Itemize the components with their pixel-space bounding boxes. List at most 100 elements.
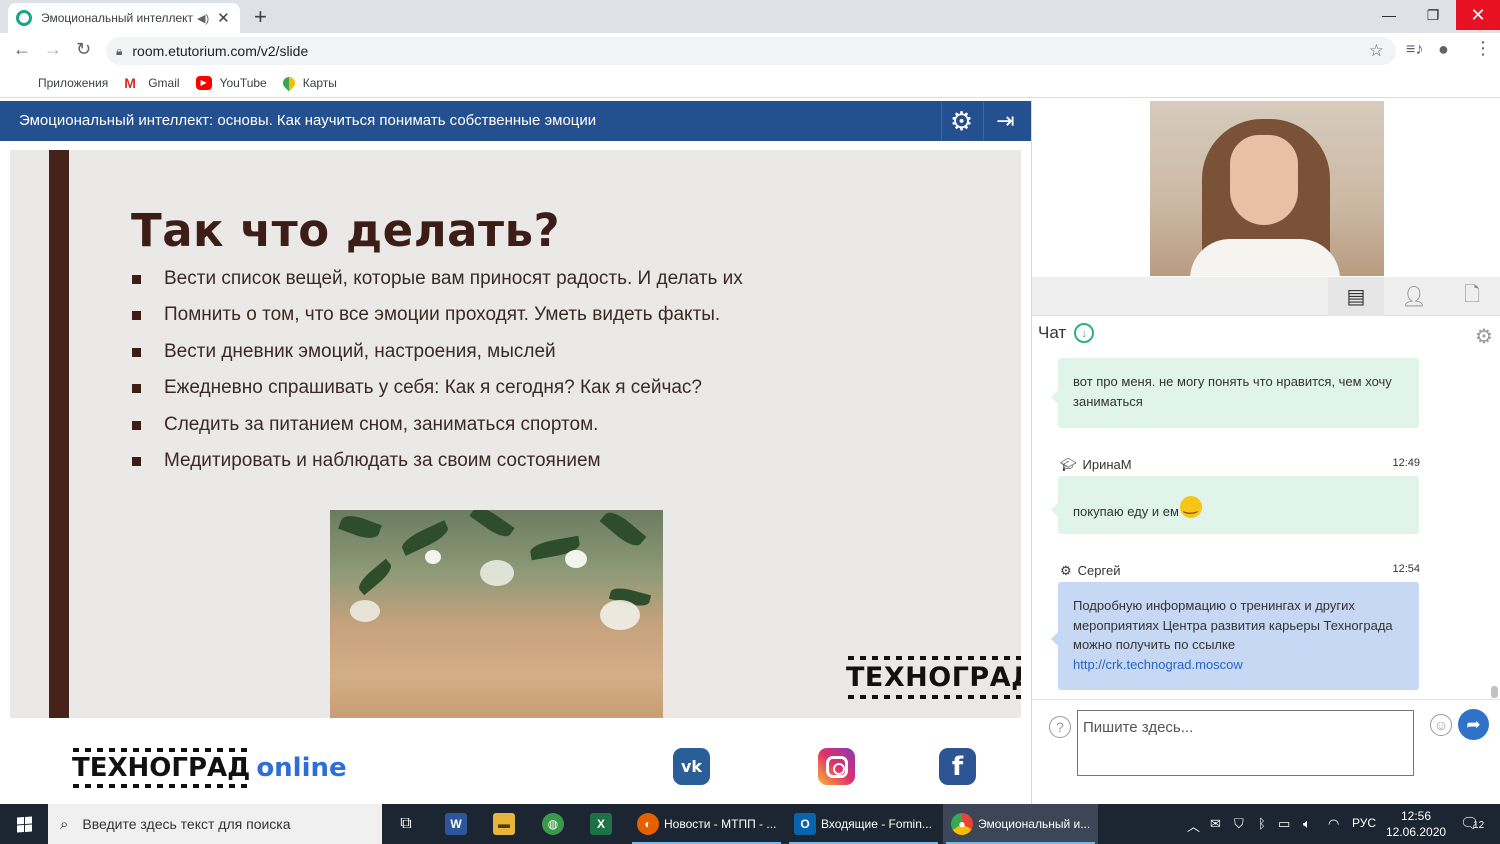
chat-scrollbar[interactable] — [1491, 686, 1498, 698]
taskbar-app-label: Новости - МТПП - ... — [664, 817, 777, 831]
logo-brand-text: ТЕХНОГРАД — [72, 748, 251, 788]
excel-app-icon[interactable]: X — [578, 804, 624, 844]
file-explorer-icon[interactable]: ▬ — [481, 804, 527, 844]
message-time: 12:49 — [1392, 457, 1420, 469]
slide-bullet: Медитировать и наблюдать за своим состоя… — [132, 447, 743, 483]
technograd-online-logo[interactable]: ТЕХНОГРАД online — [72, 748, 347, 788]
bookmark-maps[interactable]: Карты — [280, 74, 337, 91]
tray-language[interactable]: РУС — [1352, 816, 1376, 830]
slide-bullet: Вести дневник эмоций, настроения, мыслей — [132, 338, 743, 374]
emoji-icon[interactable]: ☺ — [1430, 714, 1452, 736]
tray-clock[interactable]: 12:56 12.06.2020 — [1386, 808, 1446, 840]
bookmark-apps[interactable]: Приложения — [14, 76, 108, 90]
lock-icon[interactable]: 🔒︎ — [116, 44, 122, 59]
tray-outlook-icon[interactable]: ✉ — [1210, 816, 1221, 832]
outlook-icon: O — [794, 813, 816, 835]
close-tab-icon[interactable]: ✕ — [217, 9, 230, 27]
chat-tab-icon[interactable]: ▤ — [1328, 277, 1384, 316]
browser-tab-active[interactable]: Эмоциональный интеллект ◀) ✕ — [8, 3, 240, 33]
youtube-icon: ▶ — [195, 75, 212, 90]
bookmarks-bar: Приложения M Gmail ▶ YouTube Карты — [0, 68, 1500, 98]
browser-menu-icon[interactable]: ⋮ — [1474, 38, 1492, 59]
forward-arrow-icon[interactable]: → — [44, 39, 62, 60]
tray-shield-icon[interactable]: ⛉ — [1234, 816, 1244, 832]
taskbar-firefox-news[interactable]: ◐ Новости - МТПП - ... — [629, 804, 784, 844]
message-meta: 🎓︎ ИринаМ 12:49 — [1060, 457, 1420, 473]
tray-chevron-up-icon[interactable]: ︿ — [1187, 816, 1200, 835]
tab-title: Эмоциональный интеллект — [41, 11, 193, 25]
restore-window-button[interactable]: ❐ — [1410, 0, 1456, 30]
tray-bluetooth-icon[interactable]: ᛒ — [1258, 816, 1266, 831]
notification-center-icon[interactable]: 🗨︎12 — [1460, 814, 1484, 832]
presentation-area: Так что делать? Вести список вещей, кото… — [0, 141, 1031, 804]
chat-title: Чат — [1038, 323, 1067, 342]
windows-taskbar: ⌕ Введите здесь текст для поиска ⧉ W ▬ ◍… — [0, 804, 1500, 844]
slide: Так что делать? Вести список вещей, кото… — [10, 150, 1021, 718]
instagram-icon[interactable] — [818, 748, 855, 785]
new-tab-button[interactable]: + — [254, 4, 267, 30]
slide-bullet: Помнить о том, что все эмоции проходят. … — [132, 301, 743, 337]
exit-room-icon[interactable]: ⇥ — [983, 101, 1027, 141]
notification-count: 12 — [1473, 820, 1485, 831]
media-control-icon[interactable]: ≡♪ — [1406, 41, 1423, 59]
profile-avatar-icon[interactable]: ● — [1438, 39, 1449, 60]
facebook-icon[interactable]: f — [939, 748, 976, 785]
bookmark-youtube[interactable]: ▶ YouTube — [195, 75, 267, 90]
search-icon: ⌕ — [60, 815, 69, 833]
help-icon[interactable]: ? — [1049, 716, 1071, 738]
participants-tab-icon[interactable]: 👤︎ — [1386, 277, 1442, 316]
url-text[interactable]: room.etutorium.com/v2/slide — [132, 43, 308, 59]
files-tab-icon[interactable]: 🗋 — [1444, 277, 1500, 316]
bookmark-gmail[interactable]: M Gmail — [124, 76, 179, 90]
chrome-icon: ● — [951, 813, 973, 835]
taskbar-chrome-active[interactable]: ● Эмоциональный и... — [943, 804, 1098, 844]
chat-messages[interactable]: вот про меня. не могу понять что нравитс… — [1032, 354, 1500, 699]
clock-date: 12.06.2020 — [1386, 825, 1447, 839]
reload-icon[interactable]: ↻ — [76, 39, 91, 60]
bookmark-label: Приложения — [38, 75, 109, 90]
settings-gear-icon[interactable]: ⚙ — [941, 101, 981, 141]
slide-bullet: Следить за питанием сном, заниматься спо… — [132, 411, 743, 447]
taskbar-outlook-inbox[interactable]: O Входящие - Fomin... — [786, 804, 941, 844]
speaker-icon[interactable]: ◀) — [197, 12, 209, 25]
message-text: Подробную информацию о тренингах и други… — [1073, 598, 1393, 652]
message-time: 12:54 — [1392, 563, 1420, 575]
presenter-video[interactable] — [1150, 101, 1384, 276]
gear-icon: ⚙ — [1060, 563, 1072, 578]
etutorium-favicon-icon — [16, 10, 32, 26]
windows-start-icon[interactable] — [0, 804, 48, 844]
graduation-cap-icon: 🎓︎ — [1060, 457, 1077, 472]
chat-message: вот про меня. не могу понять что нравитс… — [1051, 358, 1419, 428]
globe-app-icon[interactable]: ◍ — [530, 804, 576, 844]
panel-tabs: ▤ 👤︎ 🗋 — [1032, 277, 1500, 316]
taskbar-app-label: Эмоциональный и... — [978, 817, 1091, 831]
vk-icon[interactable]: vk — [673, 748, 710, 785]
tray-wifi-icon[interactable]: ◠ — [1328, 816, 1339, 832]
chat-header: Чат ↓ — [1038, 323, 1095, 343]
send-arrow-icon[interactable]: ➦ — [1458, 709, 1489, 740]
bookmark-star-icon[interactable]: ☆ — [1369, 41, 1384, 61]
close-window-button[interactable]: ✕ — [1456, 0, 1500, 30]
taskbar-search[interactable]: ⌕ Введите здесь текст для поиска — [48, 804, 382, 844]
browser-toolbar: ← → ↻ 🔒︎ room.etutorium.com/v2/slide ☆ ≡… — [0, 33, 1500, 68]
back-arrow-icon[interactable]: ← — [13, 39, 31, 60]
minimize-window-button[interactable]: — — [1366, 0, 1412, 30]
message-link[interactable]: http://crk.technograd.moscow — [1073, 657, 1243, 672]
logo-online-text: online — [256, 753, 347, 783]
tray-battery-icon[interactable]: ▭ — [1278, 816, 1290, 832]
download-chat-icon[interactable]: ↓ — [1074, 323, 1095, 343]
address-bar[interactable]: 🔒︎ room.etutorium.com/v2/slide ☆ — [106, 37, 1396, 65]
chat-settings-gear-icon[interactable]: ⚙ — [1475, 324, 1493, 349]
message-text: покупаю еду и ем — [1073, 504, 1179, 519]
gmail-icon: M — [124, 74, 136, 91]
search-placeholder: Введите здесь текст для поиска — [82, 816, 291, 832]
technograd-slide-logo: ТЕХНОГРАД — [846, 656, 1021, 699]
task-view-icon[interactable]: ⧉ — [384, 804, 428, 844]
word-app-icon[interactable]: W — [433, 804, 479, 844]
chat-message-input[interactable] — [1077, 710, 1414, 776]
apps-grid-icon — [14, 76, 30, 90]
firefox-icon: ◐ — [637, 813, 659, 835]
bookmark-label: Gmail — [148, 75, 180, 90]
tray-volume-icon[interactable]: 🔈︎ — [1303, 816, 1311, 832]
flowers-on-wood-photo — [330, 510, 663, 718]
